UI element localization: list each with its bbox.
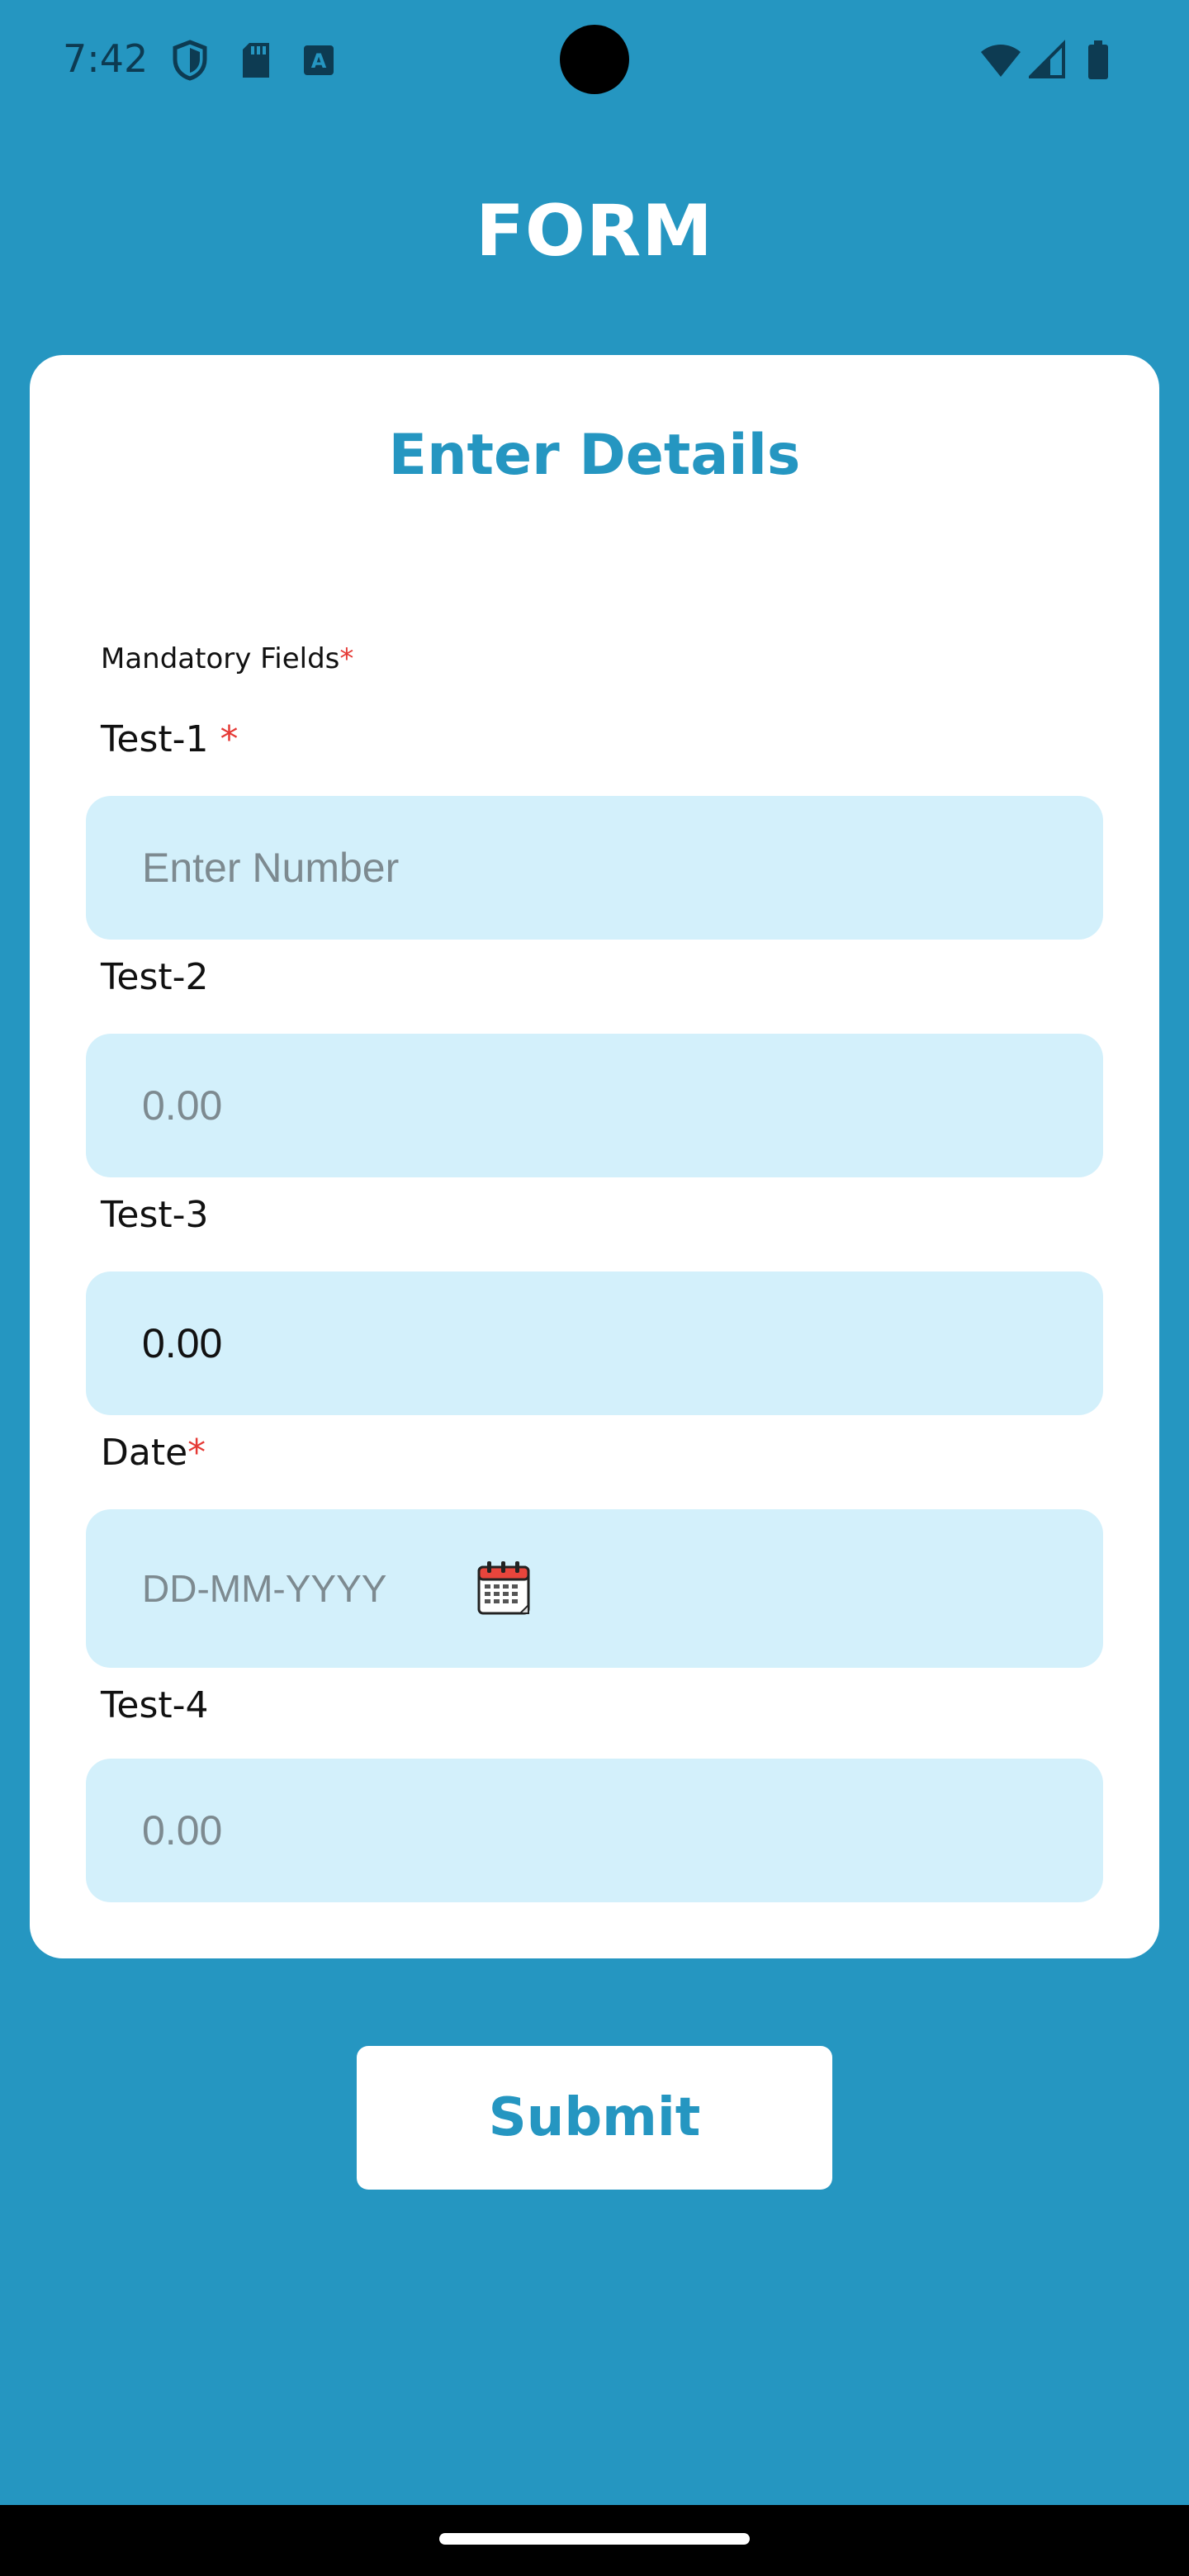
required-asterisk: * bbox=[339, 642, 354, 675]
test-3-input[interactable] bbox=[86, 1271, 1103, 1415]
sd-card-icon bbox=[243, 43, 269, 78]
test-3-field bbox=[86, 1271, 1103, 1415]
status-time: 7:42 bbox=[63, 36, 149, 81]
test-1-input[interactable] bbox=[86, 796, 1103, 940]
form-card: Enter Details Mandatory Fields* Test-1 *… bbox=[30, 355, 1159, 1958]
date-label: Date* bbox=[101, 1432, 206, 1474]
wifi-icon bbox=[981, 45, 1021, 77]
home-indicator[interactable] bbox=[439, 2533, 750, 2545]
card-title: Enter Details bbox=[388, 423, 801, 488]
required-asterisk: * bbox=[220, 718, 239, 760]
date-field[interactable]: DD-MM-YYYY bbox=[86, 1509, 1103, 1668]
date-placeholder: DD-MM-YYYY bbox=[142, 1567, 387, 1610]
test-4-input[interactable] bbox=[86, 1759, 1103, 1902]
system-nav-bar bbox=[0, 2505, 1189, 2576]
shield-icon bbox=[173, 40, 207, 81]
mandatory-note-text: Mandatory Fields bbox=[101, 642, 340, 675]
date-label-text: Date bbox=[101, 1432, 188, 1474]
status-bar: 7:42 A bbox=[0, 0, 1189, 116]
test-1-field bbox=[86, 796, 1103, 940]
required-asterisk: * bbox=[187, 1432, 206, 1474]
page-title: FORM bbox=[476, 190, 713, 272]
submit-button[interactable]: Submit bbox=[357, 2046, 832, 2190]
test-2-label: Test-2 bbox=[101, 956, 209, 998]
mandatory-note: Mandatory Fields* bbox=[101, 642, 353, 675]
calendar-icon[interactable] bbox=[474, 1559, 533, 1618]
cell-signal-icon bbox=[1029, 40, 1065, 78]
battery-icon bbox=[1088, 40, 1108, 79]
test-2-input[interactable] bbox=[86, 1034, 1103, 1177]
test-4-field bbox=[86, 1759, 1103, 1902]
svg-text:A: A bbox=[311, 50, 327, 73]
keyboard-a-icon: A bbox=[304, 45, 334, 75]
test-2-field bbox=[86, 1034, 1103, 1177]
camera-cutout bbox=[560, 25, 629, 94]
test-1-label: Test-1 * bbox=[101, 718, 239, 760]
test-1-label-text: Test-1 bbox=[101, 718, 209, 760]
test-4-label: Test-4 bbox=[101, 1684, 209, 1726]
test-3-label: Test-3 bbox=[101, 1194, 209, 1236]
